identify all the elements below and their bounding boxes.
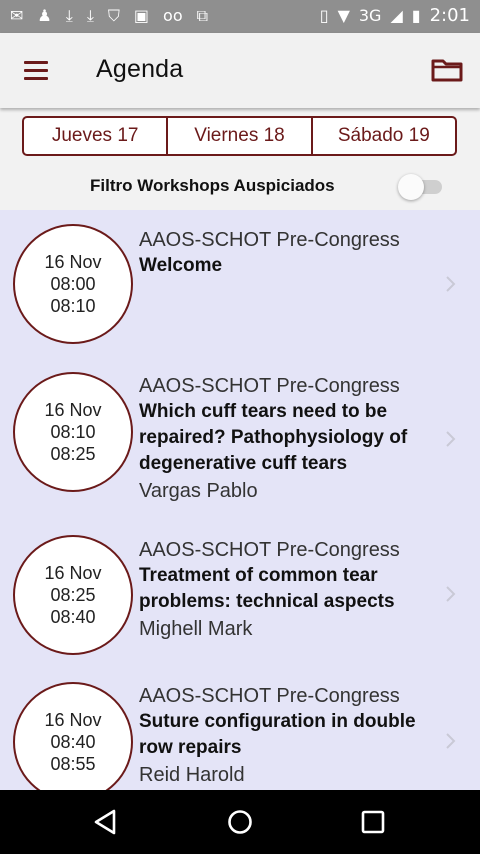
time-circle: 16 Nov 08:40 08:55 xyxy=(13,682,133,790)
filter-label: Filtro Workshops Auspiciados xyxy=(90,176,335,195)
session-end-time: 08:55 xyxy=(50,754,96,774)
session-start-time: 08:40 xyxy=(50,732,96,752)
wifi-icon: ▼ xyxy=(337,6,350,25)
session-title: Welcome xyxy=(139,255,223,276)
session-row[interactable]: 16 Nov 08:40 08:55 AAOS-SCHOT Pre-Congre… xyxy=(0,680,480,790)
download-icon: ⤓ xyxy=(86,6,94,25)
recents-icon[interactable] xyxy=(353,804,393,840)
work-icon: ⧉ xyxy=(196,6,209,25)
signal-icon: ◢ xyxy=(390,6,403,25)
chevron-right-icon xyxy=(446,276,456,292)
session-end-time: 08:10 xyxy=(50,296,96,316)
clock: 2:01 xyxy=(429,5,470,26)
session-date: 16 Nov xyxy=(44,710,102,730)
session-row[interactable]: 16 Nov 08:25 08:40 AAOS-SCHOT Pre-Congre… xyxy=(0,533,480,680)
session-category: AAOS-SCHOT Pre-Congress xyxy=(139,375,400,397)
session-info: AAOS-SCHOT Pre-Congress Suture configura… xyxy=(139,683,439,788)
session-speaker: Mighell Mark xyxy=(139,618,253,640)
workshops-filter-toggle[interactable] xyxy=(398,174,446,200)
status-bar: ✉ ♟ ⤓ ⤓ ⛉ ▣ oo ⧉ ▯ ▼ 3G ◢ ▮ 2:01 xyxy=(0,0,480,33)
shield-icon: ⛉ xyxy=(107,6,120,25)
toggle-knob xyxy=(398,174,424,200)
session-category: AAOS-SCHOT Pre-Congress xyxy=(139,539,400,561)
voicemail-icon: oo xyxy=(163,6,183,25)
filter-area: Jueves 17 Viernes 18 Sábado 19 Filtro Wo… xyxy=(0,108,480,210)
person-icon: ♟ xyxy=(37,6,52,25)
time-circle: 16 Nov 08:00 08:10 xyxy=(13,224,133,344)
session-title: Suture configuration in double row repai… xyxy=(139,711,416,758)
session-date: 16 Nov xyxy=(44,400,102,420)
chevron-right-icon xyxy=(446,733,456,749)
image-icon: ▣ xyxy=(133,6,150,25)
hamburger-menu-icon[interactable] xyxy=(22,57,52,83)
session-info: AAOS-SCHOT Pre-Congress Welcome xyxy=(139,227,439,279)
day-tabs: Jueves 17 Viernes 18 Sábado 19 xyxy=(22,116,457,156)
session-title: Which cuff tears need to be repaired? Pa… xyxy=(139,401,408,474)
session-list[interactable]: 16 Nov 08:00 08:10 AAOS-SCHOT Pre-Congre… xyxy=(0,210,480,790)
session-speaker: Vargas Pablo xyxy=(139,480,258,502)
tab-viernes[interactable]: Viernes 18 xyxy=(166,118,310,154)
session-category: AAOS-SCHOT Pre-Congress xyxy=(139,229,400,251)
session-category: AAOS-SCHOT Pre-Congress xyxy=(139,685,400,707)
session-end-time: 08:25 xyxy=(50,444,96,464)
time-circle: 16 Nov 08:10 08:25 xyxy=(13,372,133,492)
time-circle: 16 Nov 08:25 08:40 xyxy=(13,535,133,655)
session-end-time: 08:40 xyxy=(50,607,96,627)
session-date: 16 Nov xyxy=(44,563,102,583)
session-row[interactable]: 16 Nov 08:00 08:10 AAOS-SCHOT Pre-Congre… xyxy=(0,210,480,358)
folder-icon[interactable] xyxy=(430,55,464,85)
system-icons: ▯ ▼ 3G ◢ ▮ 2:01 xyxy=(320,6,470,26)
mail-icon: ✉ xyxy=(10,6,24,25)
chevron-right-icon xyxy=(446,586,456,602)
tab-jueves[interactable]: Jueves 17 xyxy=(24,118,166,154)
notification-icons: ✉ ♟ ⤓ ⤓ ⛉ ▣ oo ⧉ xyxy=(10,6,208,26)
network-type: 3G xyxy=(358,6,382,25)
home-icon[interactable] xyxy=(220,804,260,840)
tab-sabado[interactable]: Sábado 19 xyxy=(310,118,455,154)
app-bar: Agenda xyxy=(0,33,480,108)
session-row[interactable]: 16 Nov 08:10 08:25 AAOS-SCHOT Pre-Congre… xyxy=(0,358,480,533)
session-title: Treatment of common tear problems: techn… xyxy=(139,565,395,612)
vibrate-icon: ▯ xyxy=(319,6,329,25)
session-info: AAOS-SCHOT Pre-Congress Treatment of com… xyxy=(139,537,439,642)
session-speaker: Reid Harold xyxy=(139,764,245,786)
back-icon[interactable] xyxy=(86,804,126,840)
chevron-right-icon xyxy=(446,431,456,447)
session-info: AAOS-SCHOT Pre-Congress Which cuff tears… xyxy=(139,373,439,504)
session-start-time: 08:00 xyxy=(50,274,96,294)
download-icon: ⤓ xyxy=(65,6,73,25)
navigation-bar xyxy=(0,790,480,854)
session-start-time: 08:10 xyxy=(50,422,96,442)
session-start-time: 08:25 xyxy=(50,585,96,605)
page-title: Agenda xyxy=(96,55,184,83)
session-date: 16 Nov xyxy=(44,252,102,272)
battery-icon: ▮ xyxy=(411,6,421,25)
